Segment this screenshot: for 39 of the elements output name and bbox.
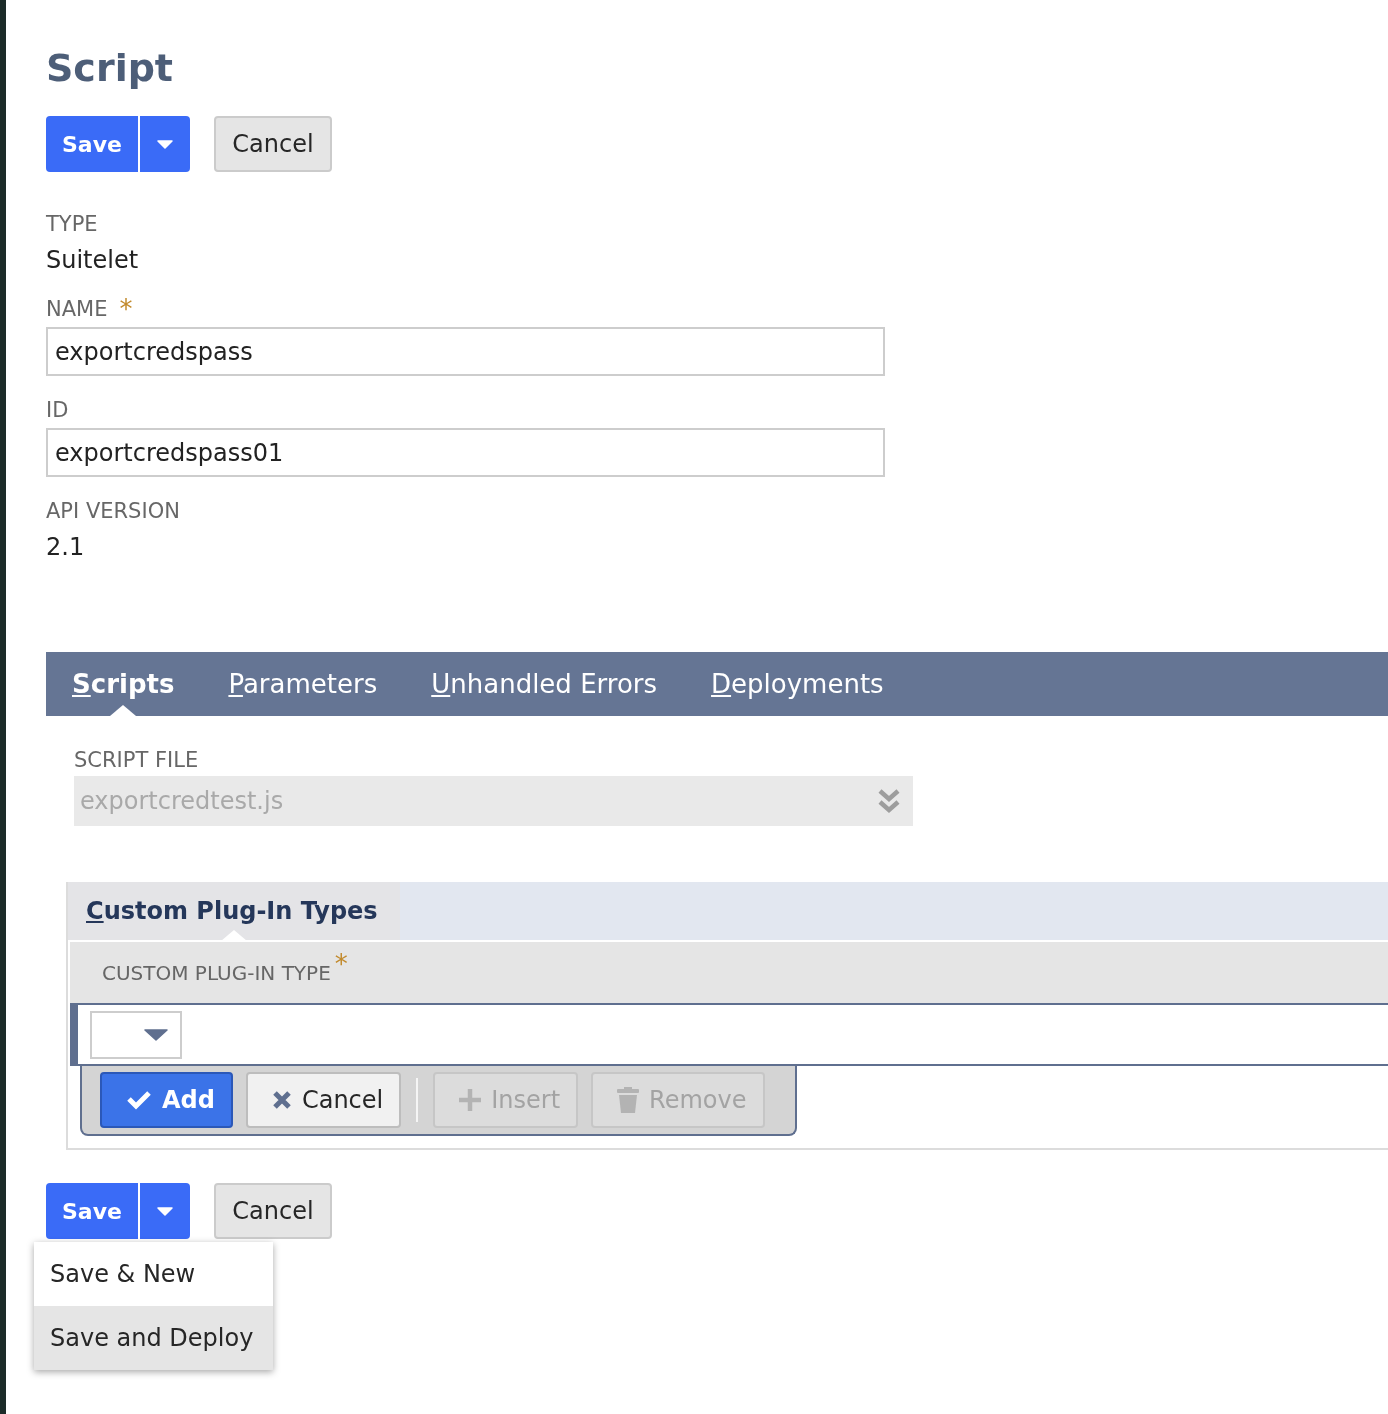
cancel-button[interactable]: Cancel bbox=[245, 1072, 402, 1128]
column-header-label: CUSTOM PLUG-IN TYPE bbox=[102, 959, 331, 987]
field-label: ID bbox=[46, 397, 69, 424]
page-title: Script bbox=[46, 45, 174, 92]
dropdown-toggle-button[interactable] bbox=[138, 116, 190, 172]
field-label: TYPE bbox=[46, 211, 98, 238]
x-icon bbox=[271, 1090, 292, 1110]
field-label: API VERSION bbox=[46, 498, 180, 525]
caret-icon bbox=[157, 1206, 173, 1216]
save-button[interactable]: Save bbox=[46, 1183, 138, 1239]
field-value: Suitelet bbox=[46, 245, 139, 275]
save-button[interactable]: Save bbox=[46, 116, 138, 172]
text-input[interactable]: exportcredspass01 bbox=[46, 428, 885, 477]
tab[interactable]: Scripts bbox=[72, 652, 175, 716]
field-value: 2.1 bbox=[46, 532, 85, 562]
required-mark: * bbox=[334, 954, 348, 974]
field-label: NAME bbox=[46, 296, 108, 323]
cancel-button[interactable]: Cancel bbox=[214, 116, 332, 172]
dropdown-toggle-button[interactable] bbox=[138, 1183, 190, 1239]
tab[interactable]: Parameters bbox=[228, 652, 378, 716]
text-input[interactable]: exportcredspass bbox=[46, 327, 885, 376]
menu-item[interactable]: Save & New bbox=[34, 1242, 273, 1306]
caret-icon bbox=[144, 1028, 168, 1041]
required-mark: * bbox=[119, 295, 133, 319]
check-icon bbox=[126, 1090, 152, 1110]
menu-item[interactable]: Save and Deploy bbox=[34, 1306, 273, 1370]
double-chevron-icon bbox=[877, 788, 901, 814]
tab[interactable]: Unhandled Errors bbox=[431, 652, 658, 716]
caret-icon bbox=[157, 139, 173, 149]
cancel-button[interactable]: Cancel bbox=[214, 1183, 332, 1239]
selected-pointer-icon bbox=[110, 705, 137, 716]
tab[interactable]: Deployments bbox=[711, 652, 884, 716]
trash-icon bbox=[617, 1087, 640, 1113]
plus-icon bbox=[459, 1089, 482, 1111]
dropdown-field[interactable] bbox=[90, 1010, 182, 1059]
add-button[interactable]: Add bbox=[100, 1072, 233, 1128]
select-value: exportcredtest.js bbox=[80, 786, 284, 817]
field-label: SCRIPT FILE bbox=[74, 747, 199, 774]
sublist-tab[interactable]: Custom Plug-In Types bbox=[68, 882, 400, 940]
